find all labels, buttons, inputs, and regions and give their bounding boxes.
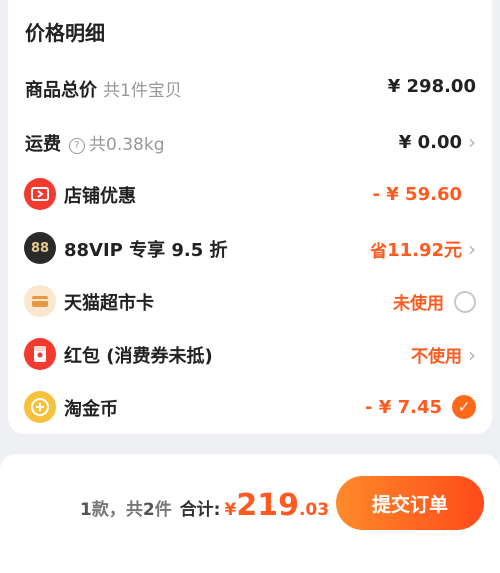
coins-value: - ¥ 7.45	[365, 396, 442, 418]
vip-save-value: 11.92元	[387, 240, 462, 261]
card-icon	[24, 285, 56, 317]
tmall-card-status: 未使用	[393, 294, 444, 314]
total-goods-value: ¥ 298.00	[387, 76, 476, 97]
total-label: 合计:	[179, 500, 221, 520]
total-currency: ¥	[224, 500, 237, 520]
total-integer: 219	[236, 488, 299, 523]
coupon-icon	[24, 178, 56, 210]
vip-save-prefix: 省	[370, 241, 388, 262]
item-total-count: 2	[142, 500, 155, 520]
red-packet-icon	[24, 338, 56, 370]
total-goods-label: 商品总价	[25, 80, 97, 101]
coins-checked-icon[interactable]: ✓	[452, 395, 476, 419]
chevron-right-icon: ›	[468, 237, 476, 261]
coins-row[interactable]: 淘金币 - ¥ 7.45 ✓	[8, 387, 492, 427]
chevron-right-icon: ›	[468, 342, 476, 367]
store-discount-value: - ¥ 59.60	[372, 183, 462, 205]
store-discount-row[interactable]: 店铺优惠 - ¥ 59.60 ›	[8, 174, 492, 214]
order-footer: 1款，共2件 合计: ¥ 219 .03 提交订单	[0, 454, 500, 573]
coins-label: 淘金币	[64, 399, 118, 420]
price-detail-title: 价格明细	[25, 21, 105, 45]
tmall-card-label: 天猫超市卡	[64, 293, 154, 314]
vip-badge-icon: 88	[24, 232, 56, 264]
total-goods-sub: 共1件宝贝	[103, 81, 182, 101]
price-detail-card: 价格明细 商品总价 共1件宝贝 ¥ 298.00 运费? 共0.38kg ¥ 0.0…	[8, 0, 492, 434]
total-goods-row: 商品总价 共1件宝贝 ¥ 298.00	[8, 68, 492, 108]
tmall-card-radio[interactable]	[454, 290, 476, 313]
order-summary: 1款，共2件 合计: ¥ 219 .03	[80, 488, 330, 523]
coin-icon	[24, 391, 56, 423]
shipping-value: ¥ 0.00	[398, 131, 462, 153]
vip-label: 88VIP 专享 9.5 折	[64, 240, 228, 261]
shipping-row[interactable]: 运费? 共0.38kg ¥ 0.00 ›	[8, 122, 492, 162]
chevron-right-icon: ›	[468, 130, 476, 154]
shipping-weight: 共0.38kg	[89, 135, 165, 155]
red-packet-row[interactable]: 红包 (消费券未抵) 不使用 ›	[8, 334, 492, 374]
tmall-card-row[interactable]: 天猫超市卡 未使用	[8, 281, 492, 321]
red-packet-label: 红包 (消费券未抵)	[64, 346, 213, 367]
store-discount-label: 店铺优惠	[64, 186, 136, 207]
vip-row[interactable]: 88 88VIP 专享 9.5 折 省 11.92元 ›	[8, 228, 492, 268]
help-icon[interactable]: ?	[69, 138, 85, 154]
submit-order-button[interactable]: 提交订单	[336, 476, 484, 530]
total-decimal: .03	[298, 500, 330, 520]
red-packet-status: 不使用	[411, 347, 462, 367]
shipping-label: 运费	[25, 134, 61, 155]
item-kinds-count: 1	[80, 500, 92, 520]
